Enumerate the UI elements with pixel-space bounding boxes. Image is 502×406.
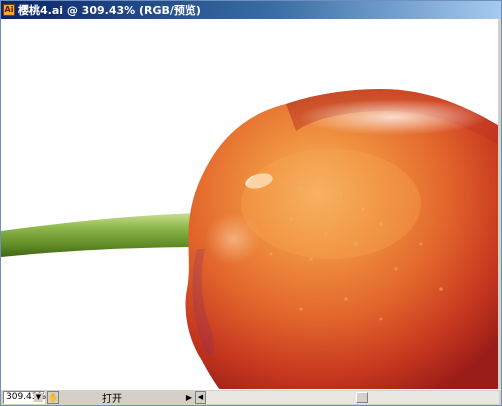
window-title: 樱桃4.ai @ 309.43% (RGB/预览) — [18, 4, 201, 17]
chevron-down-icon[interactable]: ▼ — [34, 393, 43, 402]
cherry-stem — [1, 213, 206, 257]
cherry-center-glow — [241, 149, 421, 259]
horizontal-scrollbar[interactable] — [206, 391, 499, 404]
status-field[interactable]: 打开 — [62, 391, 182, 405]
illustrator-document-icon: Ai — [3, 4, 15, 16]
arrow-left-icon[interactable]: ◀ — [195, 391, 206, 404]
hand-icon[interactable]: ✋ — [47, 391, 59, 404]
cherry-top-highlight — [298, 99, 488, 135]
play-icon[interactable]: ▶ — [184, 391, 194, 404]
status-bar: 309.43% ▼ ✋ 打开 ▶ ◀ — [1, 389, 501, 405]
cherry-illustration — [1, 89, 501, 389]
vertical-scrollbar[interactable] — [498, 19, 501, 389]
horizontal-scroll-thumb[interactable] — [356, 392, 368, 403]
artboard-canvas[interactable] — [1, 19, 501, 389]
zoom-dropdown[interactable]: 309.43% ▼ — [3, 391, 46, 404]
title-bar[interactable]: Ai 樱桃4.ai @ 309.43% (RGB/预览) — [1, 1, 501, 19]
document-window: Ai 樱桃4.ai @ 309.43% (RGB/预览) 309.43% ▼ ✋… — [0, 0, 502, 406]
status-text: 打开 — [102, 394, 122, 405]
